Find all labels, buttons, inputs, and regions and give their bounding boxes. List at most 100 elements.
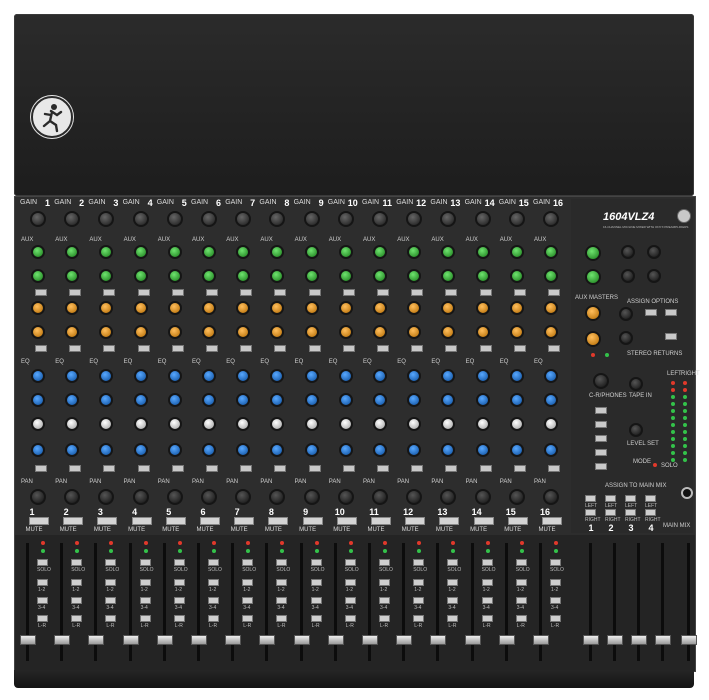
low-cut-button[interactable]: [35, 465, 47, 472]
eq-hi-knob[interactable]: [99, 369, 114, 383]
eq-freq-knob[interactable]: [99, 417, 114, 431]
eq-freq-knob[interactable]: [65, 417, 80, 431]
gain-knob[interactable]: [235, 211, 252, 227]
eq-low-knob[interactable]: [167, 443, 182, 457]
eq-mid-knob[interactable]: [441, 393, 456, 407]
aux-3-knob[interactable]: [373, 301, 387, 315]
eq-mid-knob[interactable]: [31, 393, 45, 407]
eq-hi-knob[interactable]: [270, 369, 285, 383]
subgroup-fader[interactable]: [681, 635, 697, 645]
aux-pre-button[interactable]: [137, 289, 150, 296]
aux-1-knob[interactable]: [475, 245, 490, 259]
aux-4-knob[interactable]: [270, 325, 285, 339]
eq-hi-knob[interactable]: [133, 369, 148, 383]
mute-button[interactable]: [234, 517, 255, 525]
eq-low-knob[interactable]: [509, 443, 524, 457]
aux-2-knob[interactable]: [544, 269, 558, 283]
aux-2-knob[interactable]: [270, 269, 285, 283]
aux-2-knob[interactable]: [236, 269, 251, 283]
gain-knob[interactable]: [201, 211, 217, 227]
aux-pre-button[interactable]: [479, 289, 492, 296]
low-cut-button[interactable]: [274, 465, 287, 472]
aux-master-1-knob[interactable]: [585, 245, 601, 261]
gain-knob[interactable]: [98, 211, 115, 227]
aux-pre-button[interactable]: [308, 289, 321, 296]
pan-knob[interactable]: [543, 489, 559, 505]
stereo-return-3-knob[interactable]: [621, 269, 635, 283]
aux-1-knob[interactable]: [407, 245, 422, 259]
mute-button[interactable]: [97, 517, 118, 525]
aux-2-knob[interactable]: [475, 269, 490, 283]
eq-low-knob[interactable]: [270, 443, 285, 457]
eq-mid-knob[interactable]: [509, 393, 524, 407]
pan-knob[interactable]: [372, 489, 388, 505]
stereo-return-1-knob[interactable]: [621, 245, 635, 259]
aux-3-knob[interactable]: [133, 301, 148, 315]
aux-3-4-pre-button[interactable]: [548, 345, 560, 352]
low-cut-button[interactable]: [103, 465, 116, 472]
eq-mid-knob[interactable]: [373, 393, 387, 407]
gain-knob[interactable]: [30, 211, 46, 227]
low-cut-button[interactable]: [69, 465, 82, 472]
aux-4-knob[interactable]: [338, 325, 353, 339]
tape-in-knob[interactable]: [629, 377, 643, 391]
low-cut-button[interactable]: [377, 465, 389, 472]
assign-right-button[interactable]: [605, 509, 616, 516]
mute-button[interactable]: [507, 517, 528, 525]
return-4-knob[interactable]: [619, 331, 633, 345]
eq-hi-knob[interactable]: [544, 369, 558, 383]
stereo-return-2-knob[interactable]: [647, 245, 661, 259]
aux-3-knob[interactable]: [407, 301, 422, 315]
eq-mid-knob[interactable]: [202, 393, 216, 407]
eq-freq-knob[interactable]: [338, 417, 353, 431]
aux-master-2-knob[interactable]: [585, 269, 601, 285]
eq-hi-knob[interactable]: [407, 369, 422, 383]
aux-1-knob[interactable]: [544, 245, 558, 259]
aux-3-4-pre-button[interactable]: [513, 345, 526, 352]
aux-3-4-pre-button[interactable]: [103, 345, 116, 352]
phones-jack[interactable]: [681, 487, 693, 499]
pan-knob[interactable]: [474, 489, 491, 505]
mute-button[interactable]: [302, 517, 323, 525]
aux-pre-button[interactable]: [377, 289, 389, 296]
pan-knob[interactable]: [132, 489, 149, 505]
eq-hi-knob[interactable]: [373, 369, 387, 383]
eq-hi-knob[interactable]: [509, 369, 524, 383]
aux-4-knob[interactable]: [236, 325, 251, 339]
pan-knob[interactable]: [269, 489, 286, 505]
pan-knob[interactable]: [166, 489, 183, 505]
eq-hi-knob[interactable]: [236, 369, 251, 383]
aux-4-knob[interactable]: [373, 325, 387, 339]
low-cut-button[interactable]: [411, 465, 424, 472]
mute-button[interactable]: [542, 517, 562, 525]
eq-freq-knob[interactable]: [270, 417, 285, 431]
aux-3-4-pre-button[interactable]: [240, 345, 253, 352]
low-cut-button[interactable]: [548, 465, 560, 472]
mute-button[interactable]: [200, 517, 220, 525]
gain-knob[interactable]: [440, 211, 457, 227]
aux-2-knob[interactable]: [133, 269, 148, 283]
assign-left-button[interactable]: [605, 495, 616, 502]
eq-freq-knob[interactable]: [236, 417, 251, 431]
pan-knob[interactable]: [303, 489, 320, 505]
aux-pre-button[interactable]: [274, 289, 287, 296]
gain-knob[interactable]: [303, 211, 320, 227]
eq-freq-knob[interactable]: [31, 417, 45, 431]
aux-pre-button[interactable]: [206, 289, 218, 296]
aux-3-4-pre-button[interactable]: [479, 345, 492, 352]
eq-hi-knob[interactable]: [65, 369, 80, 383]
eq-hi-knob[interactable]: [338, 369, 353, 383]
aux-3-knob[interactable]: [31, 301, 45, 315]
eq-low-knob[interactable]: [236, 443, 251, 457]
aux-pre-button[interactable]: [445, 289, 458, 296]
return-to-aux-button[interactable]: [665, 333, 677, 340]
aux-pre-button[interactable]: [171, 289, 184, 296]
aux-2-knob[interactable]: [407, 269, 422, 283]
pan-knob[interactable]: [337, 489, 354, 505]
mute-button[interactable]: [473, 517, 494, 525]
eq-low-knob[interactable]: [65, 443, 80, 457]
eq-mid-knob[interactable]: [65, 393, 80, 407]
eq-freq-knob[interactable]: [304, 417, 319, 431]
subgroup-fader[interactable]: [655, 635, 671, 645]
aux-2-knob[interactable]: [31, 269, 45, 283]
